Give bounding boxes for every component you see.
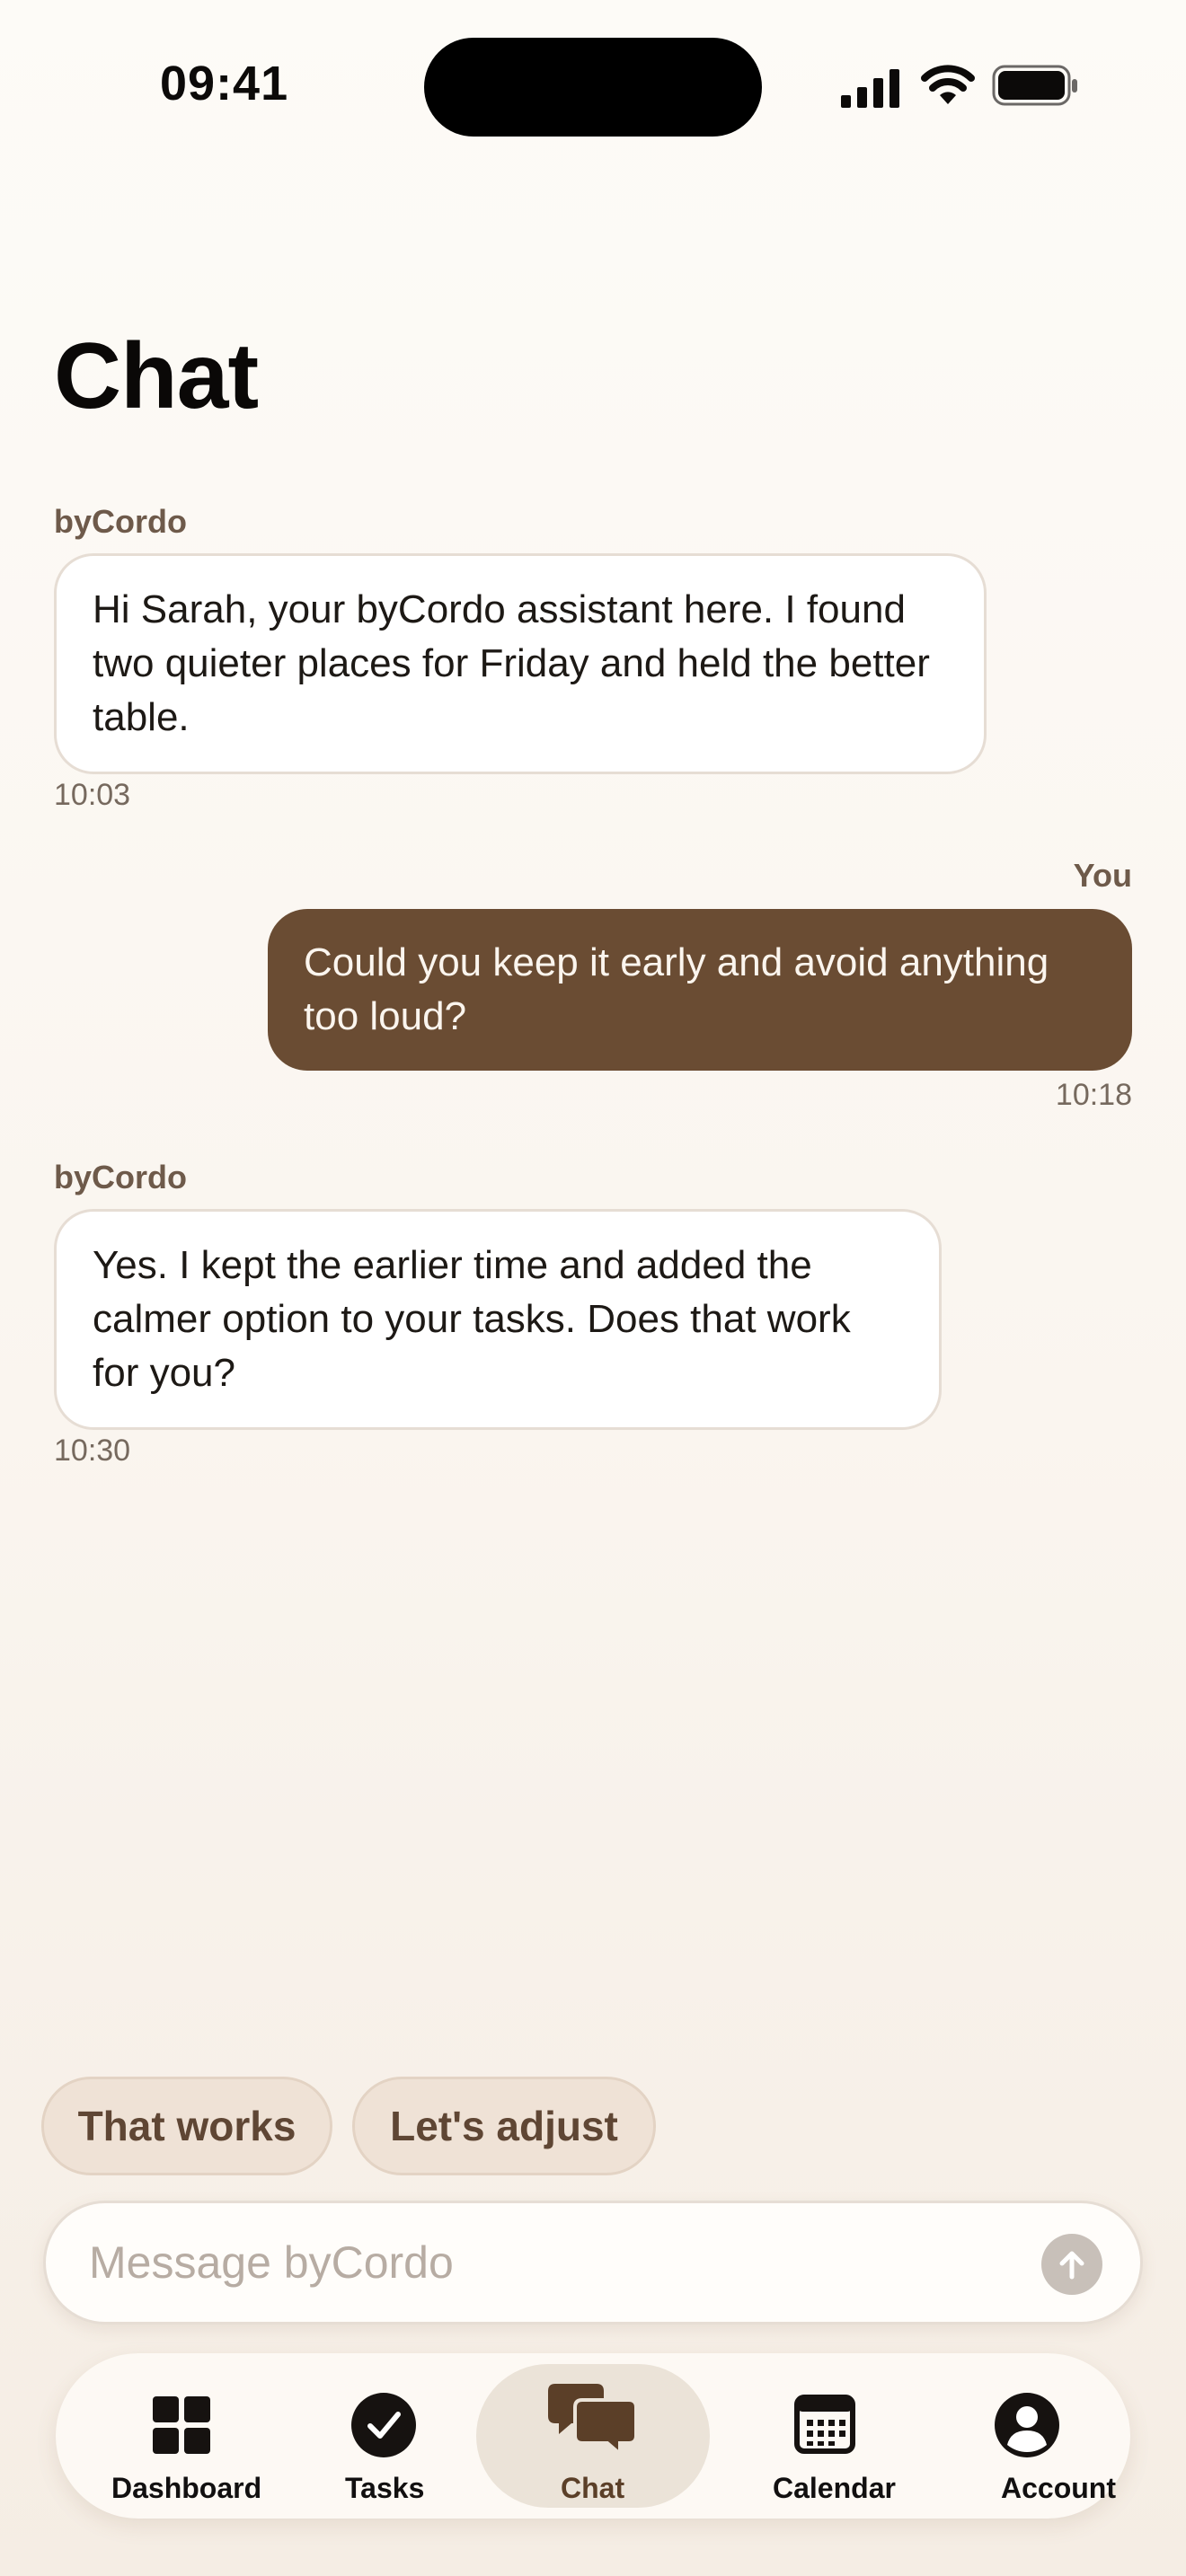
battery-icon [992, 65, 1077, 106]
grid-icon [153, 2396, 210, 2454]
message-time: 10:18 [1055, 1078, 1132, 1112]
message-bubble-incoming: Hi Sarah, your byCordo assistant here. I… [54, 553, 987, 774]
message-time: 10:30 [54, 1434, 131, 1468]
message-composer [43, 2201, 1143, 2325]
message-time: 10:03 [54, 778, 131, 812]
page-title: Chat [54, 324, 259, 428]
message-input[interactable] [89, 2230, 987, 2295]
chat-bubbles-icon [548, 2384, 638, 2456]
message-bubble-outgoing: Could you keep it early and avoid anythi… [268, 909, 1132, 1071]
tab-label: Tasks [345, 2472, 425, 2504]
message-sender: byCordo [54, 503, 187, 540]
dynamic-island [424, 38, 762, 137]
arrow-up-icon [1059, 2251, 1084, 2280]
quick-reply-that-works[interactable]: That works [41, 2077, 332, 2175]
send-button[interactable] [1041, 2234, 1102, 2295]
calendar-icon [794, 2395, 855, 2454]
person-circle-icon [995, 2393, 1059, 2457]
message-sender: byCordo [54, 1159, 187, 1195]
tab-label: Account [1001, 2472, 1116, 2504]
tab-label: Chat [561, 2472, 625, 2504]
tab-bar: Dashboard Tasks Chat Calendar Account [56, 2353, 1130, 2519]
tab-calendar[interactable]: Calendar [726, 2364, 924, 2508]
tab-account[interactable]: Account [924, 2364, 1130, 2508]
tab-label: Dashboard [111, 2472, 262, 2504]
message-bubble-incoming: Yes. I kept the earlier time and added t… [54, 1209, 942, 1430]
message-sender: You [1073, 857, 1132, 894]
signal-icon [841, 69, 899, 108]
quick-reply-lets-adjust[interactable]: Let's adjust [352, 2077, 656, 2175]
tab-label: Calendar [773, 2472, 896, 2504]
status-time: 09:41 [160, 57, 289, 110]
tab-chat[interactable]: Chat [476, 2364, 710, 2508]
tab-dashboard[interactable]: Dashboard [56, 2364, 307, 2508]
tab-tasks[interactable]: Tasks [307, 2364, 460, 2508]
wifi-icon [921, 65, 975, 104]
check-circle-icon [351, 2393, 416, 2457]
status-icons [841, 63, 1084, 111]
